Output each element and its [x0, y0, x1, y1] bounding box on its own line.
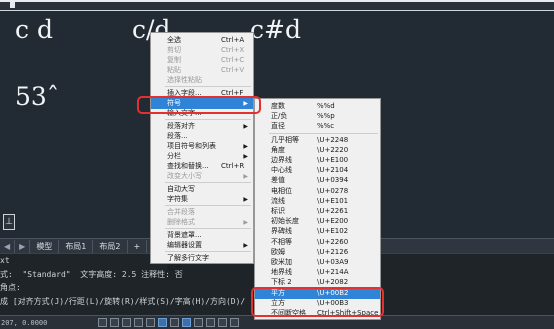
tab-model[interactable]: 模型: [30, 239, 60, 253]
context-menu-item-label: 取消: [167, 264, 181, 272]
context-menu-item[interactable]: 改变大小写 ▶: [151, 171, 253, 182]
context-menu-item-label: 编辑器设置: [167, 241, 202, 249]
canvas-top-edge: [0, 2, 554, 11]
menu-separator: [269, 132, 378, 134]
drawing-text-c-hash-d[interactable]: c#d: [250, 17, 301, 42]
add-layout-button[interactable]: +: [128, 239, 148, 253]
annotation-scale-icon[interactable]: [218, 318, 227, 327]
drawing-text-53[interactable]: 53ˆ: [15, 84, 59, 109]
menu-separator: [165, 119, 251, 120]
tab-nav-left[interactable]: ◀: [0, 239, 16, 253]
menu-separator: [165, 205, 251, 206]
coordinate-readout: 207, 0.0000: [1, 318, 48, 327]
snap-toggle-icon[interactable]: [122, 318, 131, 327]
lineweight-toggle-icon[interactable]: [182, 318, 191, 327]
workspace-gear-icon[interactable]: [230, 318, 239, 327]
symbol-menu-item[interactable]: 直径 %%c: [255, 121, 380, 132]
canvas-edge-tick: [10, 2, 15, 8]
context-menu-item-label: 选择性粘贴: [167, 76, 202, 84]
drawing-text-c-d[interactable]: c d: [15, 17, 53, 42]
grid-toggle-icon[interactable]: [110, 318, 119, 327]
submenu-arrow-icon: ▶: [243, 219, 248, 226]
transparency-toggle-icon[interactable]: [194, 318, 203, 327]
context-menu-item[interactable]: 编辑器设置 ▶: [151, 240, 253, 251]
otrack-toggle-icon[interactable]: [170, 318, 179, 327]
context-menu-item[interactable]: 取消: [151, 263, 253, 274]
tab-layout2[interactable]: 布局2: [93, 239, 128, 253]
context-menu-item-label: 删除格式: [167, 218, 195, 226]
ucs-icon: ⊥: [3, 214, 15, 230]
symbol-menu-item-label: 直径: [271, 122, 285, 131]
submenu-arrow-icon: ▶: [243, 242, 248, 249]
menu-separator: [165, 251, 251, 252]
model-space-toggle-icon[interactable]: [98, 318, 107, 327]
submenu-arrow-icon: ▶: [243, 196, 248, 203]
menu-separator: [165, 228, 251, 229]
highlight-box-symbol-item: [137, 96, 261, 114]
submenu-arrow-icon: ▶: [243, 173, 248, 180]
context-menu-item-label: 改变大小写: [167, 172, 202, 180]
menu-separator: [165, 182, 251, 183]
polar-toggle-icon[interactable]: [146, 318, 155, 327]
menu-separator: [165, 86, 251, 87]
context-menu-item-label: 字符集: [167, 195, 188, 203]
context-menu-item[interactable]: 字符集 ▶: [151, 194, 253, 205]
selection-cycle-icon[interactable]: [206, 318, 215, 327]
tab-layout1[interactable]: 布局1: [59, 239, 94, 253]
context-menu-item[interactable]: 选择性粘贴: [151, 75, 253, 86]
osnap-toggle-icon[interactable]: [158, 318, 167, 327]
text-editor-context-menu: 全选 Ctrl+A 剪切 Ctrl+X 复制 Ctrl+C 粘贴 Ctrl+V 选择性粘贴 插入字…: [150, 32, 254, 272]
ortho-toggle-icon[interactable]: [134, 318, 143, 327]
tab-nav-right[interactable]: ▶: [15, 239, 31, 253]
context-menu-item[interactable]: 删除格式 ▶: [151, 217, 253, 228]
highlight-box-square-item: [251, 287, 384, 317]
symbol-menu-item-code: %%c: [317, 122, 335, 131]
